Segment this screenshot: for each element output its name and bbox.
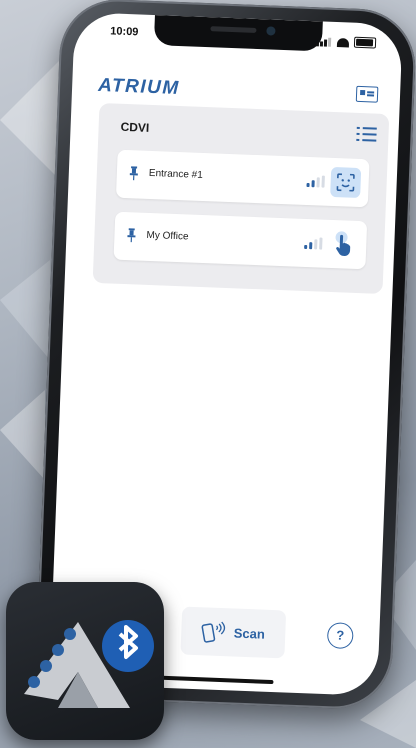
scan-button[interactable]: Scan (180, 606, 287, 659)
site-group-card: CDVI Entrance #1 My Office (92, 102, 390, 294)
signal-strength-indicator (304, 237, 323, 250)
app-icon (6, 582, 164, 740)
wifi-icon (336, 38, 350, 48)
status-icons (315, 34, 377, 49)
door-label: Entrance #1 (148, 167, 203, 181)
list-icon[interactable] (356, 125, 377, 144)
pin-icon (126, 228, 137, 243)
site-title: CDVI (120, 119, 150, 135)
door-item-entrance[interactable]: Entrance #1 (115, 149, 370, 208)
door-item-office[interactable]: My Office (113, 211, 368, 270)
door-label: My Office (146, 229, 189, 243)
face-unlock-button[interactable] (330, 166, 362, 199)
app-icon-graphic (24, 620, 154, 708)
help-icon[interactable]: ? (326, 622, 354, 650)
home-indicator[interactable] (153, 675, 274, 685)
signal-strength-indicator (306, 175, 325, 188)
pin-icon (129, 166, 140, 181)
atrium-logo: ATRIUM (97, 74, 181, 100)
tap-hand-icon (335, 231, 351, 256)
scan-label: Scan (233, 625, 266, 642)
id-card-icon[interactable] (355, 85, 379, 103)
phone-signal-icon (202, 621, 226, 643)
battery-icon (353, 36, 377, 49)
face-icon (336, 173, 355, 192)
cellular-signal-icon (315, 34, 332, 47)
status-time: 10:09 (110, 25, 139, 39)
tap-unlock-button[interactable] (328, 229, 359, 260)
